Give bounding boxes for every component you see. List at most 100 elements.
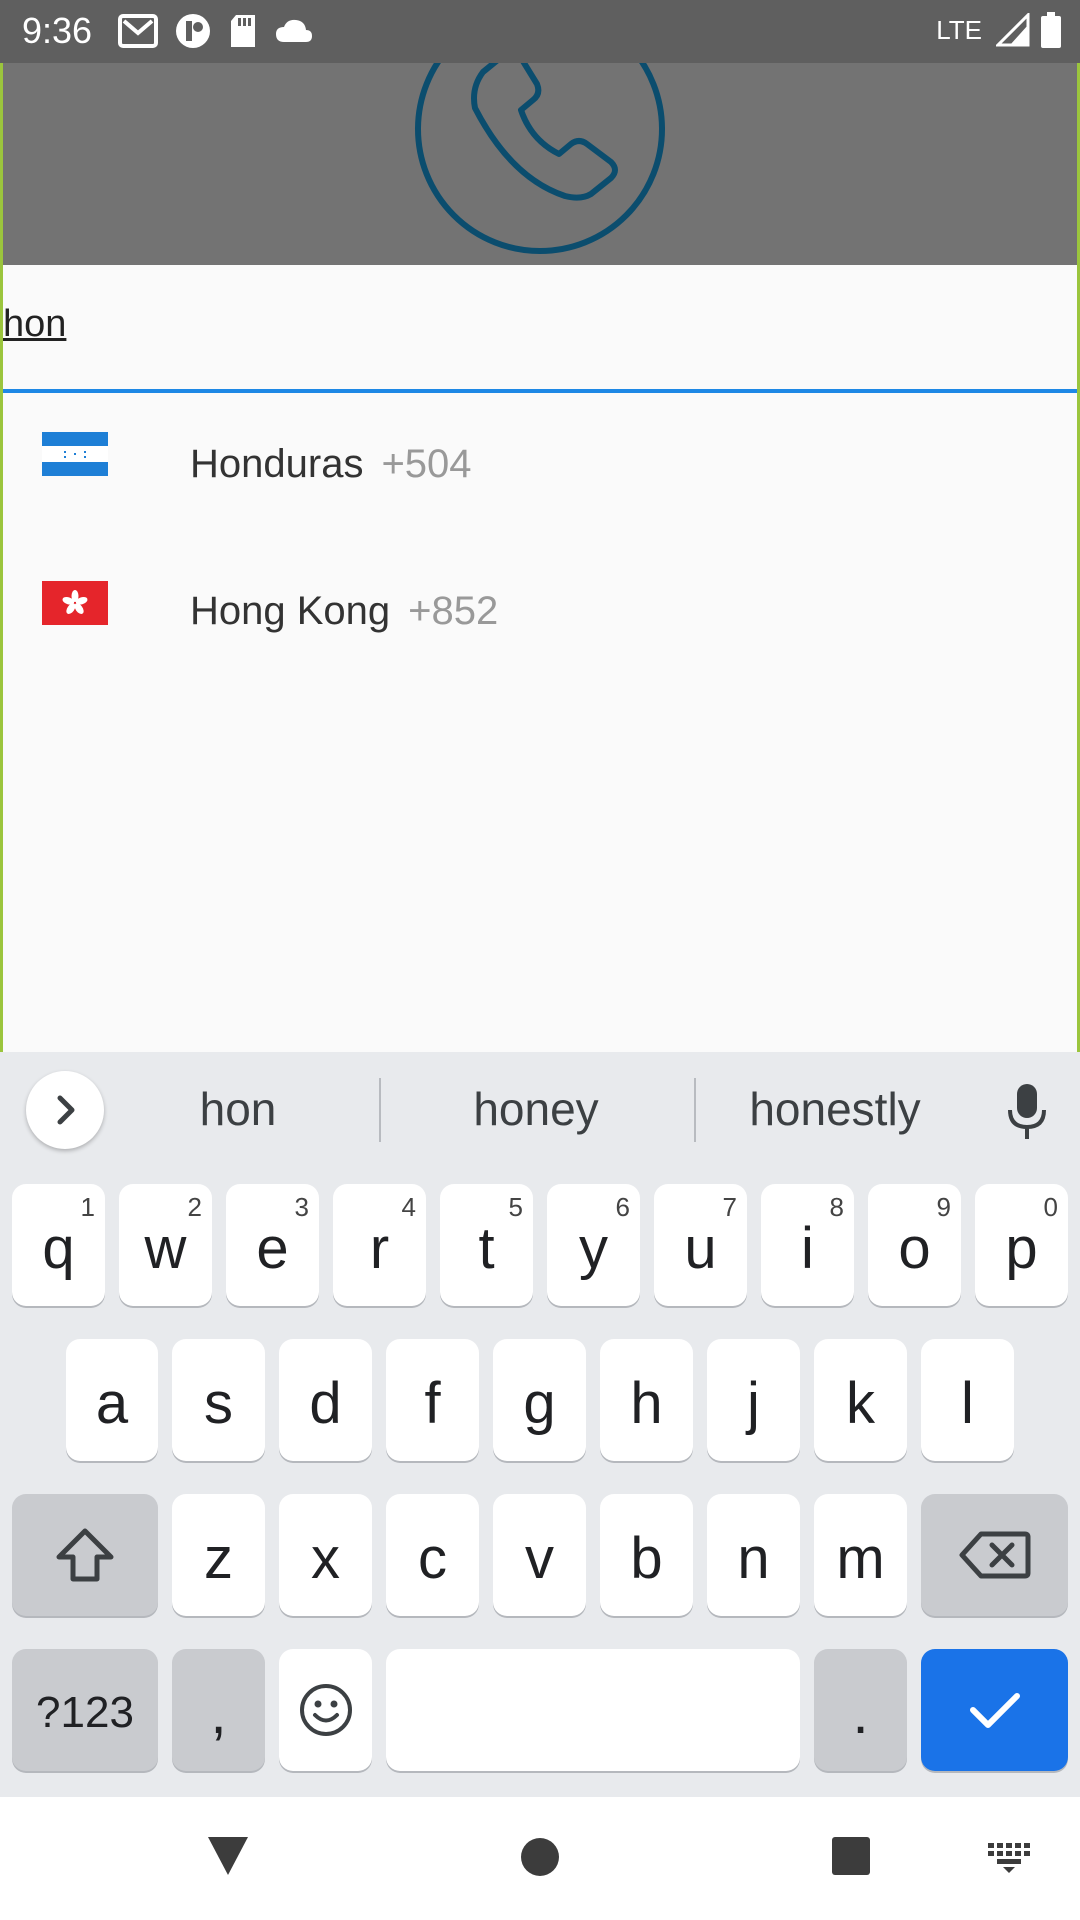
key-a[interactable]: a (66, 1339, 158, 1461)
key-hint: 1 (80, 1192, 95, 1222)
key-n[interactable]: n (707, 1494, 800, 1616)
key-q[interactable]: q1 (12, 1184, 105, 1306)
key-label: p (1005, 1215, 1038, 1281)
suggestion-3[interactable]: honestly (710, 1082, 960, 1136)
key-label: o (898, 1215, 931, 1281)
key-j[interactable]: j (707, 1339, 800, 1461)
key-label: ?123 (36, 1688, 134, 1737)
home-icon[interactable] (520, 1837, 560, 1877)
key-e[interactable]: e3 (226, 1184, 319, 1306)
key-m[interactable]: m (814, 1494, 907, 1616)
keyboard-menu-button[interactable] (26, 1071, 104, 1149)
recents-icon[interactable] (831, 1836, 871, 1876)
cloud-icon (276, 19, 312, 42)
list-item-honduras[interactable]: Honduras +504 (3, 395, 1077, 535)
key-x[interactable]: x (279, 1494, 372, 1616)
key-g[interactable]: g (493, 1339, 586, 1461)
key-hint: 5 (508, 1192, 523, 1222)
country-name: Hong Kong (190, 589, 391, 633)
key-hint: 9 (936, 1192, 951, 1222)
status-bar: 9:36 LTE (0, 0, 1080, 63)
search-underline (3, 389, 1077, 393)
suggestion-1[interactable]: hon (130, 1082, 346, 1136)
key-hint: 8 (829, 1192, 844, 1222)
backspace-key[interactable] (921, 1494, 1068, 1616)
key-u[interactable]: u7 (654, 1184, 747, 1306)
list-item-hong-kong[interactable]: Hong Kong +852 (3, 542, 1077, 682)
key-label: t (478, 1215, 495, 1281)
period-key[interactable]: . (814, 1649, 907, 1771)
key-label: i (801, 1215, 814, 1281)
key-k[interactable]: k (814, 1339, 907, 1461)
country-code: +852 (408, 589, 499, 633)
key-p[interactable]: p0 (975, 1184, 1068, 1306)
key-label: e (256, 1215, 289, 1281)
gmail-icon (118, 14, 158, 48)
backspace-icon (959, 1531, 1030, 1579)
key-label: q (42, 1215, 75, 1281)
key-i[interactable]: i8 (761, 1184, 854, 1306)
key-hint: 2 (187, 1192, 202, 1222)
key-label: a (95, 1370, 129, 1436)
microphone-icon[interactable] (1005, 1082, 1049, 1142)
key-label: n (737, 1525, 770, 1591)
back-icon[interactable] (206, 1835, 250, 1877)
key-t[interactable]: t5 (440, 1184, 533, 1306)
symbols-key[interactable]: ?123 (12, 1649, 158, 1771)
key-h[interactable]: h (600, 1339, 693, 1461)
key-hint: 4 (401, 1192, 416, 1222)
key-hint: 7 (722, 1192, 737, 1222)
network-type: LTE (936, 14, 982, 45)
keyboard-switch-icon[interactable] (988, 1843, 1030, 1873)
key-y[interactable]: y6 (547, 1184, 640, 1306)
country-code: +504 (381, 442, 472, 486)
key-s[interactable]: s (172, 1339, 265, 1461)
key-label: y (579, 1215, 608, 1281)
sd-card-icon (231, 15, 255, 47)
search-input[interactable]: hon (3, 303, 66, 346)
status-time: 9:36 (22, 10, 93, 51)
signal-icon (996, 13, 1030, 47)
key-label: , (210, 1680, 227, 1746)
key-label: j (747, 1370, 760, 1436)
key-w[interactable]: w2 (119, 1184, 212, 1306)
checkmark-icon (969, 1693, 1020, 1728)
key-label: s (204, 1370, 233, 1436)
key-b[interactable]: b (600, 1494, 693, 1616)
key-hint: 3 (294, 1192, 309, 1222)
key-z[interactable]: z (172, 1494, 265, 1616)
key-label: c (418, 1525, 447, 1591)
key-label: x (311, 1525, 340, 1591)
key-label: h (630, 1370, 663, 1436)
key-label: v (525, 1525, 554, 1591)
key-label: l (961, 1370, 974, 1436)
key-c[interactable]: c (386, 1494, 479, 1616)
space-key[interactable] (386, 1649, 800, 1771)
shift-key[interactable] (12, 1494, 158, 1616)
key-o[interactable]: o9 (868, 1184, 961, 1306)
key-label: z (204, 1525, 233, 1591)
app-icon (176, 14, 210, 48)
shift-icon (56, 1528, 114, 1582)
key-r[interactable]: r4 (333, 1184, 426, 1306)
comma-key[interactable]: , (172, 1649, 265, 1771)
key-v[interactable]: v (493, 1494, 586, 1616)
key-label: w (144, 1215, 187, 1281)
key-label: u (684, 1215, 717, 1281)
emoji-key[interactable] (279, 1649, 372, 1771)
key-l[interactable]: l (921, 1339, 1014, 1461)
emoji-icon (299, 1684, 352, 1736)
key-label: r (369, 1215, 390, 1281)
country-search-field[interactable]: hon (3, 265, 1077, 393)
done-key[interactable] (921, 1649, 1068, 1771)
key-label: m (836, 1525, 885, 1591)
suggestion-strip: hon honey honestly (0, 1052, 1080, 1167)
battery-icon (1041, 12, 1061, 48)
key-d[interactable]: d (279, 1339, 372, 1461)
key-f[interactable]: f (386, 1339, 479, 1461)
suggestion-2[interactable]: honey (400, 1082, 672, 1136)
key-hint: 6 (615, 1192, 630, 1222)
country-name: Honduras (190, 442, 364, 486)
key-label: b (630, 1525, 663, 1591)
key-label: f (424, 1370, 441, 1436)
